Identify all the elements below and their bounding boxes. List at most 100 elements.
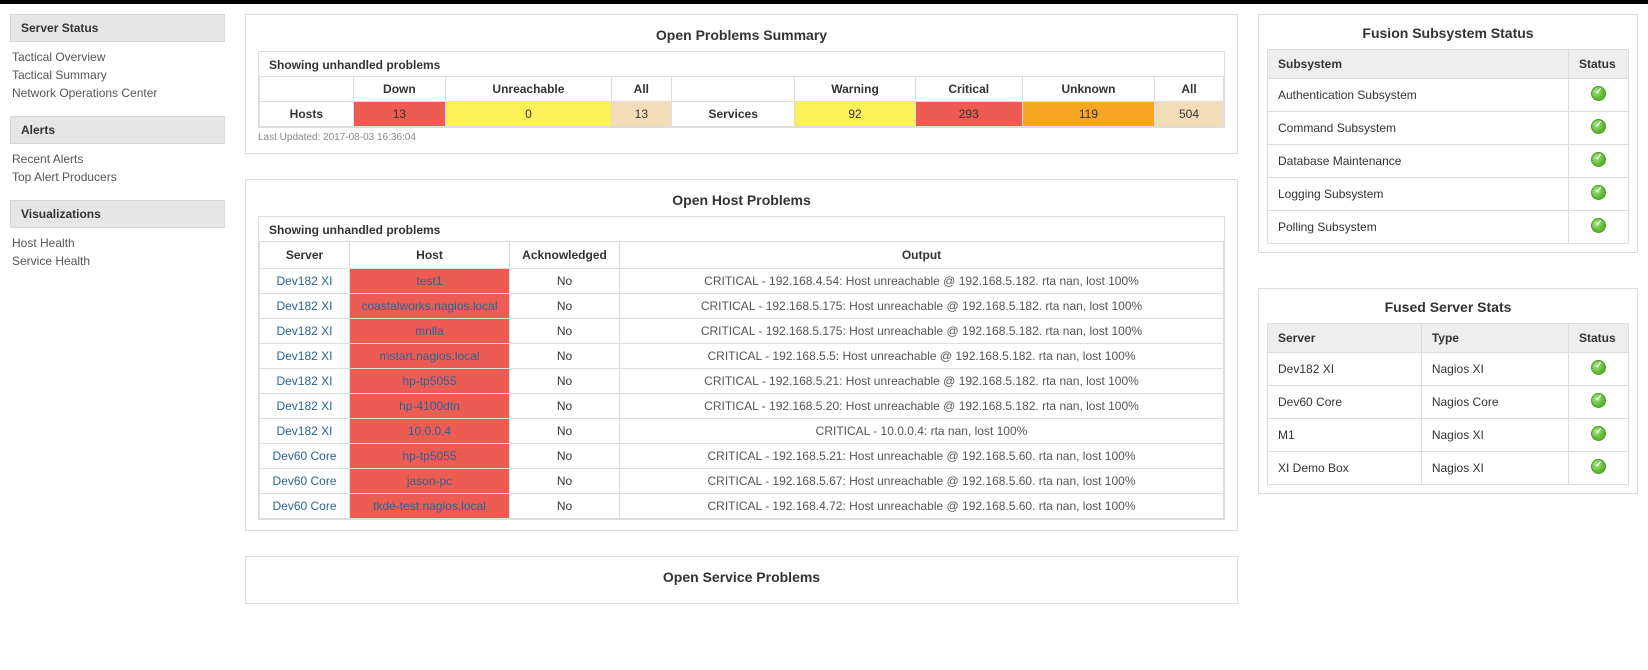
ok-icon <box>1591 360 1606 375</box>
services-all-count[interactable]: 504 <box>1155 102 1224 127</box>
col-server: Server <box>1268 324 1422 353</box>
ack-cell: No <box>510 319 620 344</box>
server-link[interactable]: Dev60 Core <box>260 494 350 519</box>
open-host-problems-panel: Open Host Problems Showing unhandled pro… <box>245 179 1238 531</box>
server-name: Dev182 XI <box>1268 353 1422 386</box>
status-cell <box>1569 386 1629 419</box>
table-row: Command Subsystem <box>1268 112 1629 145</box>
status-cell <box>1569 178 1629 211</box>
ok-icon <box>1591 218 1606 233</box>
status-cell <box>1569 145 1629 178</box>
showing-label: Showing unhandled problems <box>259 217 1224 241</box>
col-all-services: All <box>1155 77 1224 102</box>
open-problems-summary-panel: Open Problems Summary Showing unhandled … <box>245 14 1238 154</box>
server-link[interactable]: Dev182 XI <box>260 369 350 394</box>
col-status: Status <box>1569 324 1629 353</box>
col-host: Host <box>350 242 510 269</box>
row-services-label: Services <box>671 102 795 127</box>
nav-group-header[interactable]: Alerts <box>10 116 225 144</box>
panel-title: Open Problems Summary <box>246 15 1237 51</box>
server-link[interactable]: Dev182 XI <box>260 419 350 444</box>
server-link[interactable]: Dev60 Core <box>260 444 350 469</box>
table-row: Dev182 XIhp-4100dtnNoCRITICAL - 192.168.… <box>260 394 1224 419</box>
col-type: Type <box>1421 324 1568 353</box>
nav-item[interactable]: Tactical Summary <box>6 66 225 84</box>
ok-icon <box>1591 185 1606 200</box>
server-type: Nagios XI <box>1421 419 1568 452</box>
table-row: Polling Subsystem <box>1268 211 1629 244</box>
host-link[interactable]: tkde-test.nagios.local <box>350 494 510 519</box>
table-row: Authentication Subsystem <box>1268 79 1629 112</box>
server-link[interactable]: Dev182 XI <box>260 344 350 369</box>
panel-title: Fused Server Stats <box>1259 289 1637 323</box>
host-link[interactable]: jason-pc <box>350 469 510 494</box>
status-cell <box>1569 452 1629 485</box>
ack-cell: No <box>510 344 620 369</box>
fusion-table: Subsystem Status Authentication Subsyste… <box>1267 49 1629 244</box>
server-link[interactable]: Dev182 XI <box>260 294 350 319</box>
output-cell: CRITICAL - 192.168.5.175: Host unreachab… <box>620 294 1224 319</box>
host-link[interactable]: 10.0.0.4 <box>350 419 510 444</box>
nav-group-header[interactable]: Visualizations <box>10 200 225 228</box>
summary-table: Down Unreachable All Warning Critical Un… <box>259 76 1224 127</box>
subsystem-name: Command Subsystem <box>1268 112 1569 145</box>
status-cell <box>1569 353 1629 386</box>
table-row: M1Nagios XI <box>1268 419 1629 452</box>
nav-item[interactable]: Network Operations Center <box>6 84 225 102</box>
col-unknown: Unknown <box>1022 77 1154 102</box>
services-unknown-count[interactable]: 119 <box>1022 102 1154 127</box>
ack-cell: No <box>510 294 620 319</box>
host-link[interactable]: coastalworks.nagios.local <box>350 294 510 319</box>
services-warning-count[interactable]: 92 <box>795 102 915 127</box>
output-cell: CRITICAL - 192.168.4.54: Host unreachabl… <box>620 269 1224 294</box>
server-type: Nagios Core <box>1421 386 1568 419</box>
output-cell: CRITICAL - 192.168.5.21: Host unreachabl… <box>620 369 1224 394</box>
server-link[interactable]: Dev182 XI <box>260 394 350 419</box>
table-row: Dev182 XIcoastalworks.nagios.localNoCRIT… <box>260 294 1224 319</box>
output-cell: CRITICAL - 192.168.5.5: Host unreachable… <box>620 344 1224 369</box>
server-name: M1 <box>1268 419 1422 452</box>
subsystem-name: Authentication Subsystem <box>1268 79 1569 112</box>
host-link[interactable]: hp-4100dtn <box>350 394 510 419</box>
host-link[interactable]: hp-tp5055 <box>350 369 510 394</box>
services-critical-count[interactable]: 293 <box>915 102 1022 127</box>
table-row: Dev60 Corehp-tp5055NoCRITICAL - 192.168.… <box>260 444 1224 469</box>
ack-cell: No <box>510 469 620 494</box>
server-link[interactable]: Dev60 Core <box>260 469 350 494</box>
nav-item[interactable]: Host Health <box>6 234 225 252</box>
main-content: Open Problems Summary Showing unhandled … <box>245 14 1238 629</box>
server-name: XI Demo Box <box>1268 452 1422 485</box>
output-cell: CRITICAL - 192.168.5.175: Host unreachab… <box>620 319 1224 344</box>
server-link[interactable]: Dev182 XI <box>260 269 350 294</box>
table-row: Database Maintenance <box>1268 145 1629 178</box>
ok-icon <box>1591 459 1606 474</box>
output-cell: CRITICAL - 192.168.4.72: Host unreachabl… <box>620 494 1224 519</box>
top-divider <box>0 0 1648 4</box>
output-cell: CRITICAL - 192.168.5.20: Host unreachabl… <box>620 394 1224 419</box>
output-cell: CRITICAL - 10.0.0.4: rta nan, lost 100% <box>620 419 1224 444</box>
nav-item[interactable]: Top Alert Producers <box>6 168 225 186</box>
status-cell <box>1569 79 1629 112</box>
hosts-down-count[interactable]: 13 <box>353 102 445 127</box>
showing-label: Showing unhandled problems <box>259 52 1224 76</box>
nav-item[interactable]: Tactical Overview <box>6 48 225 66</box>
col-server: Server <box>260 242 350 269</box>
server-stats-table: Server Type Status Dev182 XINagios XIDev… <box>1267 323 1629 485</box>
nav-item[interactable]: Recent Alerts <box>6 150 225 168</box>
output-cell: CRITICAL - 192.168.5.67: Host unreachabl… <box>620 469 1224 494</box>
ok-icon <box>1591 426 1606 441</box>
hosts-unreachable-count[interactable]: 0 <box>446 102 612 127</box>
host-link[interactable]: mstart.nagios.local <box>350 344 510 369</box>
subsystem-name: Polling Subsystem <box>1268 211 1569 244</box>
host-link[interactable]: hp-tp5055 <box>350 444 510 469</box>
table-row: Logging Subsystem <box>1268 178 1629 211</box>
host-link[interactable]: test1 <box>350 269 510 294</box>
hosts-all-count[interactable]: 13 <box>611 102 671 127</box>
col-output: Output <box>620 242 1224 269</box>
col-status: Status <box>1569 50 1629 79</box>
host-link[interactable]: mnlla <box>350 319 510 344</box>
nav-item[interactable]: Service Health <box>6 252 225 270</box>
server-link[interactable]: Dev182 XI <box>260 319 350 344</box>
col-unreachable: Unreachable <box>446 77 612 102</box>
nav-group-header[interactable]: Server Status <box>10 14 225 42</box>
